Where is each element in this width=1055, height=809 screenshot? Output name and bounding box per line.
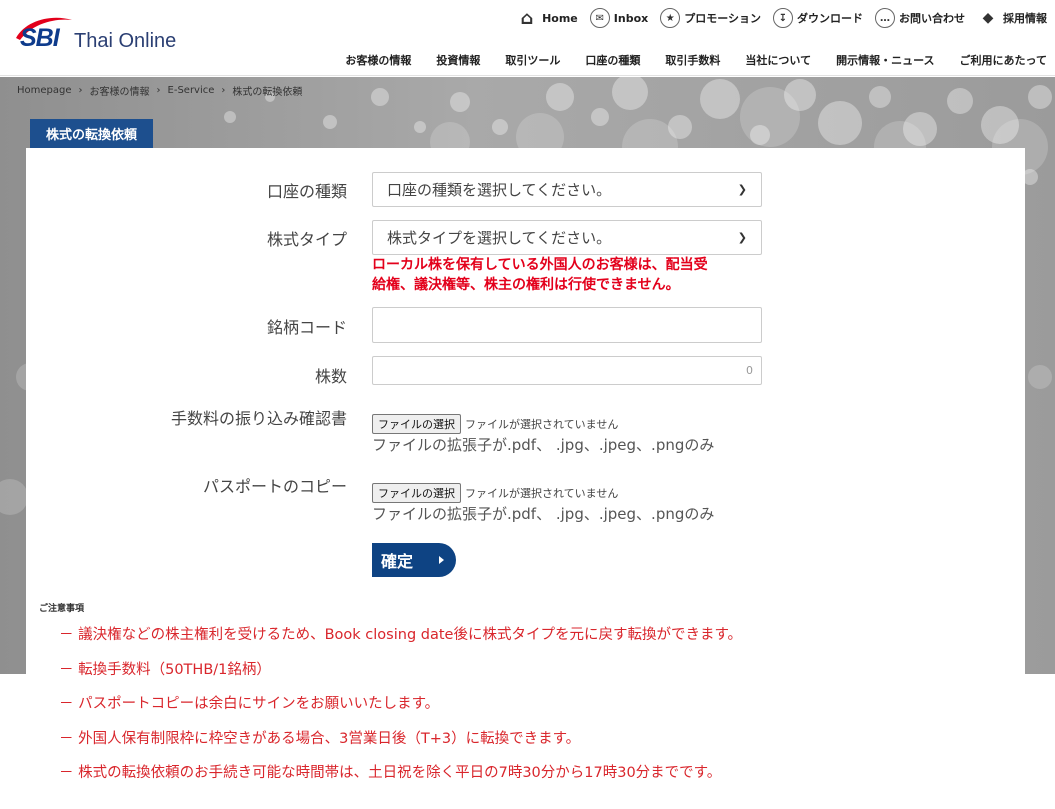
top-nav-promotion[interactable]: ★ プロモーション <box>660 8 761 28</box>
top-nav-label: Inbox <box>613 11 649 25</box>
top-nav-home[interactable]: ⌂ Home <box>516 7 578 29</box>
inbox-icon: ✉ <box>589 8 610 28</box>
main-nav-disclosure-news[interactable]: 開示情報・ニュース <box>836 52 934 68</box>
note-item: － 株式の転換依頼のお手続き可能な時間帯は、土日祝を除く平日の7時30分から17… <box>59 765 722 781</box>
breadcrumb: Homepage › お客様の情報 › E-Service › 株式の転換依頼 <box>17 83 302 98</box>
breadcrumb-customer-info[interactable]: お客様の情報 <box>90 83 150 98</box>
warning-line: 給権、議決権等、株主の権利は行使できません。 <box>372 277 680 293</box>
foreign-holder-warning: ローカル株を保有している外国人のお客様は、配当受 給権、議決権等、株主の権利は行… <box>372 255 772 295</box>
stock-type-select[interactable]: 株式タイプを選択してください。 ❯ <box>372 220 762 255</box>
notes-list: － 議決権などの株主権利を受けるため、Book closing date後に株式… <box>59 624 742 797</box>
account-type-label: 口座の種類 <box>266 182 347 201</box>
handshake-icon: ◆ <box>982 10 994 26</box>
note-item: － 議決権などの株主権利を受けるため、Book closing date後に株式… <box>59 627 743 643</box>
logo-name-text: Thai Online <box>74 30 177 52</box>
symbol-input[interactable] <box>372 307 762 343</box>
top-nav-label: Home <box>542 11 578 25</box>
sbi-logo[interactable]: SBI Thai Online <box>12 14 202 58</box>
breadcrumb-separator-icon: › <box>78 85 83 96</box>
logo-brand-text: SBI <box>20 24 60 52</box>
breadcrumb-home[interactable]: Homepage <box>17 85 72 96</box>
chevron-down-icon: ❯ <box>737 231 747 244</box>
top-nav-label: お問い合わせ <box>899 12 965 25</box>
top-nav-download[interactable]: ↧ ダウンロード <box>773 8 863 28</box>
form-panel: 口座の種類 口座の種類を選択してください。 ❯ 株式タイプ 株式タイプを選択して… <box>26 148 1025 809</box>
main-nav-customer-info[interactable]: お客様の情報 <box>345 52 411 68</box>
top-nav-label: 採用情報 <box>1003 12 1047 25</box>
arrow-right-icon <box>439 556 444 564</box>
breadcrumb-separator-icon: › <box>221 85 226 96</box>
main-nav-investment-info[interactable]: 投資情報 <box>436 52 480 68</box>
main-nav-trading-tools[interactable]: 取引ツール <box>505 52 560 68</box>
top-nav: ⌂ Home ✉ Inbox ★ プロモーション ↧ ダウンロード … お問い合… <box>504 7 1047 29</box>
home-icon: ⌂ <box>520 7 534 29</box>
symbol-label: 銘柄コード <box>266 318 347 337</box>
passport-file-note: ファイルの拡張子が.pdf、 .jpg、.jpeg、.pngのみ <box>372 505 715 523</box>
breadcrumb-eservice[interactable]: E-Service <box>168 85 215 96</box>
chat-icon: … <box>875 8 895 28</box>
top-nav-contact[interactable]: … お問い合わせ <box>875 8 965 28</box>
top-nav-inbox[interactable]: ✉ Inbox <box>589 8 649 28</box>
stock-type-selected-value: 株式タイプを選択してください。 <box>387 229 612 247</box>
submit-button[interactable]: 確定 <box>372 543 456 577</box>
note-item: － パスポートコピーは余白にサインをお願いいたします。 <box>59 696 440 712</box>
note-item: － 転換手数料（50THB/1銘柄） <box>59 661 271 678</box>
fee-receipt-file-status: ファイルが選択されていません <box>465 418 619 431</box>
warning-line: ローカル株を保有している外国人のお客様は、配当受 <box>372 257 708 273</box>
stock-type-label: 株式タイプ <box>266 230 347 249</box>
passport-label: パスポートのコピー <box>202 477 347 496</box>
fee-receipt-file-note: ファイルの拡張子が.pdf、 .jpg、.jpeg、.pngのみ <box>372 436 715 454</box>
submit-label: 確定 <box>381 552 414 571</box>
page-title: 株式の転換依頼 <box>30 119 154 148</box>
top-nav-label: プロモーション <box>684 12 761 25</box>
fee-receipt-label: 手数料の振り込み確認書 <box>170 409 347 428</box>
account-type-selected-value: 口座の種類を選択してください。 <box>387 181 612 199</box>
breadcrumb-current: 株式の転換依頼 <box>232 87 303 98</box>
passport-file-status: ファイルが選択されていません <box>465 487 619 500</box>
top-nav-label: ダウンロード <box>797 12 863 25</box>
main-nav-usage[interactable]: ご利用にあたって <box>960 52 1047 68</box>
download-icon: ↧ <box>773 8 793 28</box>
shares-input[interactable]: 0 <box>372 356 762 385</box>
passport-file-picker: ファイルの選択 ファイルが選択されていません <box>372 483 618 503</box>
notes-title: ご注意事項 <box>39 604 85 614</box>
note-item: － 外国人保有制限枠に枠空きがある場合、3営業日後（T+3）に転換できます。 <box>59 730 581 747</box>
breadcrumb-separator-icon: › <box>156 85 161 96</box>
main-nav-fees[interactable]: 取引手数料 <box>665 52 720 68</box>
main-nav-about[interactable]: 当社について <box>745 52 811 68</box>
site-header: SBI Thai Online ⌂ Home ✉ Inbox ★ プロモーション… <box>0 0 1055 76</box>
star-icon: ★ <box>660 8 681 28</box>
main-nav: お客様の情報 投資情報 取引ツール 口座の種類 取引手数料 当社について 開示情… <box>320 52 1047 68</box>
fee-receipt-file-picker: ファイルの選択 ファイルが選択されていません <box>372 414 618 434</box>
chevron-down-icon: ❯ <box>737 183 747 196</box>
top-nav-careers[interactable]: ◆ 採用情報 <box>977 8 1047 28</box>
main-nav-account-types[interactable]: 口座の種類 <box>585 52 640 68</box>
account-type-select[interactable]: 口座の種類を選択してください。 ❯ <box>372 172 762 207</box>
passport-choose-file-button[interactable]: ファイルの選択 <box>372 483 461 503</box>
shares-label: 株数 <box>314 367 347 386</box>
fee-receipt-choose-file-button[interactable]: ファイルの選択 <box>372 414 461 434</box>
